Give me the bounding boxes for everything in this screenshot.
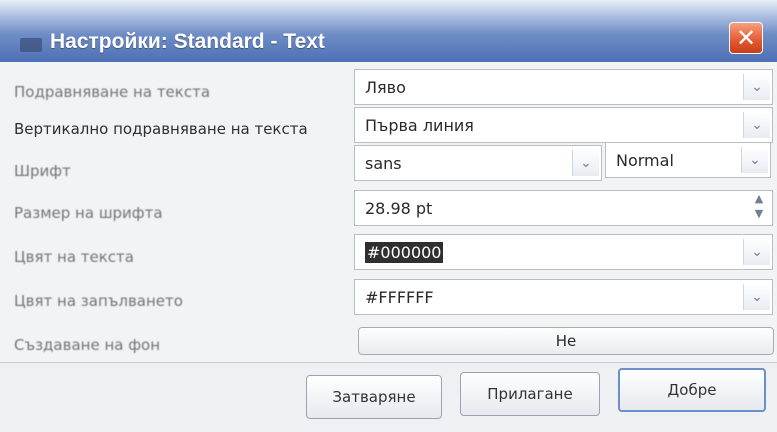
close-window-button[interactable]: ✕ [729, 22, 763, 54]
font-label: Шрифт [14, 162, 71, 180]
close-icon: ✕ [735, 24, 757, 52]
text-color-value: #000000 [365, 242, 444, 263]
ok-button[interactable]: Добре [618, 368, 766, 412]
title-bar[interactable]: Настройки: Standard - Text ✕ [0, 0, 777, 62]
vertical-alignment-label: Вертикално подравняване на текста [14, 120, 308, 138]
chevron-down-icon[interactable]: ⌄ [743, 239, 770, 265]
chevron-down-icon[interactable]: ⌄ [743, 74, 770, 100]
window-title: Настройки: Standard - Text [50, 30, 325, 53]
fill-color-select[interactable]: #FFFFFF ⌄ [354, 279, 773, 315]
chevron-down-icon[interactable]: ⌄ [743, 284, 770, 310]
text-color-label: Цвят на текста [14, 248, 134, 266]
footer-divider [0, 362, 777, 363]
text-color-select[interactable]: #000000 ⌄ [354, 234, 773, 270]
font-size-spinbox[interactable]: 28.98 pt ▲ ▼ [354, 190, 773, 226]
text-alignment-select[interactable]: Ляво ⌄ [354, 69, 773, 105]
font-size-label: Размер на шрифта [14, 204, 163, 222]
apply-button[interactable]: Прилагане [460, 372, 600, 416]
settings-dialog: Настройки: Standard - Text ✕ Подравняван… [0, 0, 777, 432]
chevron-down-icon[interactable]: ⌄ [743, 112, 770, 138]
close-button[interactable]: Затваряне [306, 375, 442, 419]
text-alignment-label: Подравняване на текста [14, 83, 211, 101]
font-style-value: Normal [616, 151, 674, 170]
vertical-alignment-select[interactable]: Първа линия ⌄ [354, 107, 773, 143]
create-background-label: Създаване на фон [14, 336, 161, 354]
font-family-value: sans [365, 154, 402, 173]
spin-arrows-icon[interactable]: ▲ ▼ [747, 191, 771, 225]
font-family-select[interactable]: sans ⌄ [354, 145, 602, 181]
vertical-alignment-value: Първа линия [365, 116, 474, 135]
fill-color-label: Цвят на запълването [14, 292, 183, 310]
create-background-toggle[interactable]: Не [358, 327, 774, 355]
text-alignment-value: Ляво [365, 78, 406, 97]
chevron-down-icon[interactable]: ⌄ [741, 147, 768, 173]
fill-color-value: #FFFFFF [365, 288, 434, 307]
window-icon [20, 38, 42, 52]
chevron-down-icon[interactable]: ⌄ [572, 150, 599, 176]
font-style-select[interactable]: Normal ⌄ [605, 142, 771, 178]
font-size-value: 28.98 pt [365, 199, 433, 218]
